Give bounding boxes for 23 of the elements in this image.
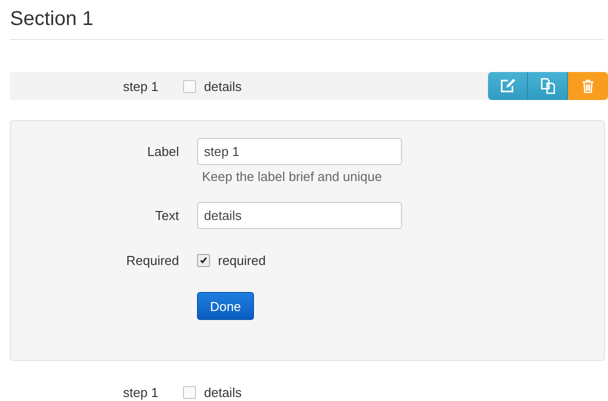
help-text: Keep the label brief and unique — [202, 169, 383, 184]
text-field[interactable]: details — [197, 202, 402, 229]
copy-icon — [538, 77, 556, 95]
edit-icon — [498, 77, 516, 95]
field-label: Text — [154, 207, 180, 225]
field-label: Required — [125, 252, 180, 270]
checkmark-icon — [199, 256, 208, 265]
text-field[interactable]: step 1 — [197, 138, 402, 165]
checkbox[interactable] — [183, 386, 196, 398]
step-text: details — [204, 384, 242, 400]
delete-button[interactable] — [568, 72, 608, 100]
step-label: step 1 — [123, 384, 160, 400]
checkbox[interactable] — [183, 80, 196, 92]
edit-button[interactable] — [488, 72, 528, 100]
trash-icon — [580, 77, 596, 95]
section-title: Section 1 — [10, 7, 94, 32]
copy-button[interactable] — [528, 72, 568, 100]
field-label: Label — [146, 143, 180, 161]
step-text: details — [204, 78, 242, 94]
done-button[interactable]: Done — [197, 292, 254, 320]
checkbox-label: required — [218, 253, 266, 268]
step-label: step 1 — [123, 78, 160, 94]
checkbox[interactable] — [197, 254, 210, 267]
